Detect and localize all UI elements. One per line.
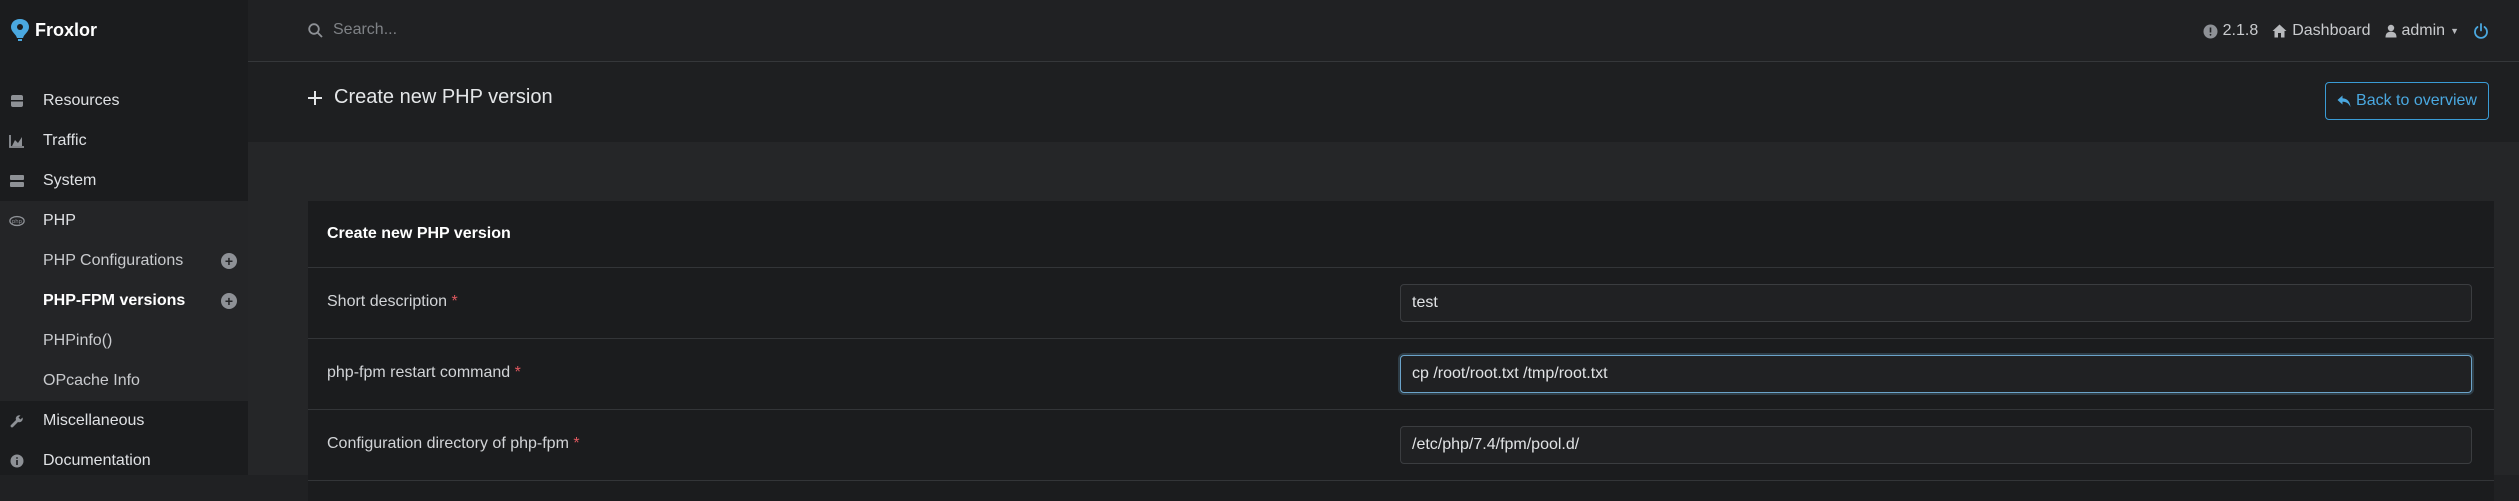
required-marker: * — [451, 293, 458, 310]
php-submenu: PHP Configurations + PHP-FPM versions + … — [0, 241, 248, 401]
sidebar-subitem-phpinfo[interactable]: PHPinfo() — [0, 321, 248, 361]
sidebar-item-miscellaneous[interactable]: Miscellaneous — [0, 401, 248, 441]
svg-text:php: php — [12, 219, 23, 225]
add-circle-icon[interactable]: + — [221, 293, 237, 309]
back-button-label: Back to overview — [2356, 92, 2477, 109]
sidebar-item-system[interactable]: System — [0, 161, 248, 201]
form-card-title: Create new PHP version — [308, 201, 2494, 268]
field-label: php-fpm restart command * — [327, 364, 521, 382]
info-circle-icon — [2203, 24, 2218, 38]
form-row-restart-command: php-fpm restart command * — [308, 339, 2494, 410]
sidebar-subitem-php-configurations[interactable]: PHP Configurations + — [0, 241, 248, 281]
server-icon — [9, 173, 25, 189]
sidebar-item-label: Documentation — [43, 452, 151, 469]
brand-logo[interactable]: Froxlor — [10, 14, 97, 46]
sidebar-nav: Resources Traffic System php PHP PHP Con… — [0, 81, 248, 481]
version-label: 2.1.8 — [2222, 22, 2259, 39]
power-icon — [2474, 23, 2488, 39]
short-description-input[interactable] — [1400, 284, 2472, 322]
form-row-short-description: Short description * — [308, 268, 2494, 339]
add-circle-icon[interactable]: + — [221, 253, 237, 269]
user-menu[interactable]: admin ▼ — [2385, 22, 2459, 40]
restart-command-input[interactable] — [1400, 355, 2472, 393]
sidebar-item-label: Miscellaneous — [43, 412, 145, 429]
wrench-icon — [9, 413, 25, 429]
sidebar: Froxlor Resources Traffic System php PHP — [0, 0, 248, 475]
sidebar-item-label: Resources — [43, 92, 120, 109]
required-marker: * — [514, 364, 521, 381]
home-icon — [2272, 24, 2287, 38]
field-label-text: php-fpm restart command — [327, 364, 511, 381]
sidebar-item-traffic[interactable]: Traffic — [0, 121, 248, 161]
field-label-text: Short description — [327, 293, 448, 310]
database-icon — [9, 93, 25, 109]
content-area: Create new PHP version Short description… — [248, 142, 2519, 501]
sidebar-item-php[interactable]: php PHP — [0, 201, 248, 241]
page-title-text: Create new PHP version — [334, 86, 553, 108]
php-icon: php — [9, 213, 25, 229]
required-marker: * — [573, 435, 580, 452]
froxlor-logo-icon — [11, 19, 29, 41]
page-title: Create new PHP version — [308, 86, 553, 109]
user-name: admin — [2401, 22, 2446, 39]
search-icon — [308, 22, 323, 38]
config-directory-input[interactable] — [1400, 426, 2472, 464]
chart-area-icon — [9, 133, 25, 149]
search-input[interactable] — [333, 21, 633, 39]
field-label: Short description * — [327, 293, 458, 311]
sidebar-subitem-opcache-info[interactable]: OPcache Info — [0, 361, 248, 401]
reply-icon — [2337, 95, 2351, 107]
back-to-overview-button[interactable]: Back to overview — [2325, 82, 2489, 120]
search-box[interactable] — [308, 17, 633, 43]
sidebar-subitem-label: PHP-FPM versions — [43, 292, 186, 309]
topbar: 2.1.8 Dashboard admin ▼ — [248, 0, 2519, 62]
chevron-down-icon: ▼ — [2450, 26, 2459, 36]
sidebar-item-documentation[interactable]: Documentation — [0, 441, 248, 481]
sidebar-subitem-label: PHPinfo() — [43, 332, 113, 349]
field-label: Configuration directory of php-fpm * — [327, 435, 580, 453]
topbar-right: 2.1.8 Dashboard admin ▼ — [2203, 0, 2519, 62]
version-info[interactable]: 2.1.8 — [2203, 22, 2259, 40]
sidebar-item-label: System — [43, 172, 97, 189]
info-circle-icon — [9, 453, 25, 469]
plus-icon — [308, 90, 322, 105]
logout-button[interactable] — [2473, 23, 2489, 39]
page-header: Create new PHP version Back to overview — [248, 62, 2519, 142]
sidebar-subitem-php-fpm-versions[interactable]: PHP-FPM versions + — [0, 281, 248, 321]
sidebar-item-resources[interactable]: Resources — [0, 81, 248, 121]
form-card: Create new PHP version Short description… — [308, 201, 2494, 501]
sidebar-subitem-label: PHP Configurations — [43, 252, 184, 269]
dashboard-label: Dashboard — [2292, 22, 2371, 39]
sidebar-item-label: Traffic — [43, 132, 87, 149]
brand-name: Froxlor — [35, 19, 98, 40]
sidebar-subitem-label: OPcache Info — [43, 372, 140, 389]
sidebar-item-label: PHP — [43, 212, 76, 229]
dashboard-link[interactable]: Dashboard — [2272, 22, 2371, 40]
user-icon — [2385, 24, 2396, 38]
form-row-config-directory: Configuration directory of php-fpm * — [308, 410, 2494, 481]
field-label-text: Configuration directory of php-fpm — [327, 435, 569, 452]
